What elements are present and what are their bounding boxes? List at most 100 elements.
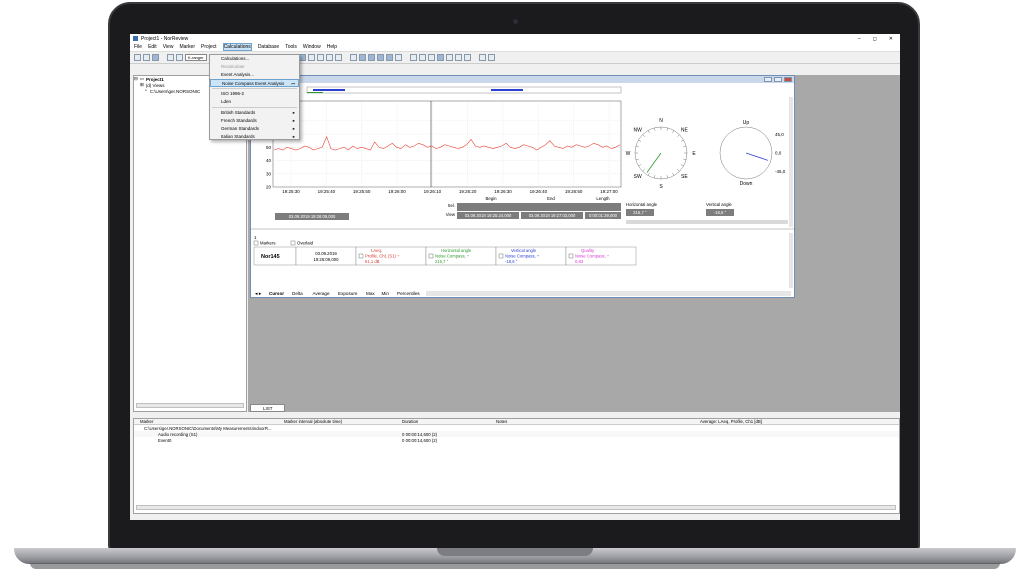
- zoom-in-icon[interactable]: [358, 54, 366, 61]
- menu-database[interactable]: Database: [258, 44, 279, 50]
- marker-set-icon[interactable]: [436, 54, 444, 61]
- legend-cell-title: LAeq,: [371, 248, 382, 253]
- column-header-marker[interactable]: Marker: [134, 419, 284, 424]
- new-icon[interactable]: [134, 54, 141, 61]
- dial-45-label: 45,0: [775, 132, 784, 137]
- save-icon[interactable]: [152, 54, 159, 61]
- column-header-notes[interactable]: Notes: [496, 419, 642, 424]
- app-window: Project1 - NorReview – ◻ ✕ File Edit Vie…: [130, 34, 900, 520]
- menu-separator: [212, 107, 297, 108]
- sel-label: Sel.: [448, 203, 455, 208]
- compass-label: NE: [681, 127, 689, 133]
- menu-item-calculations[interactable]: Calculations...: [210, 55, 299, 63]
- laptop-frame: Project1 - NorReview – ◻ ✕ File Edit Vie…: [0, 0, 1030, 579]
- measurement-window-titlebar: [251, 76, 794, 83]
- zoom-window-icon[interactable]: [394, 54, 402, 61]
- zoom-out-icon[interactable]: [367, 54, 375, 61]
- tab-cursor[interactable]: Cursor: [269, 291, 284, 296]
- tree-horizontal-scrollbar[interactable]: [136, 403, 244, 408]
- menu-item-iso-1996-2[interactable]: ISO 1996-2: [210, 90, 299, 98]
- legend-cell-title: Vertical angle: [511, 248, 537, 253]
- tab-exposure[interactable]: Exposure: [338, 291, 358, 296]
- menu-item-event-analysis[interactable]: Event Analysis...: [210, 71, 299, 79]
- zoom-fit-icon[interactable]: [376, 54, 384, 61]
- column-header-interval[interactable]: Marker interval (absolute time): [284, 419, 402, 424]
- menu-item-german-standards[interactable]: German Standards ▸: [210, 125, 299, 133]
- menu-item-italian-standards[interactable]: Italian Standards ▸: [210, 133, 299, 141]
- fill-icon[interactable]: [454, 54, 462, 61]
- webcam: [513, 19, 518, 24]
- markers-label: Markers: [260, 241, 276, 246]
- window-close-button[interactable]: [784, 77, 792, 82]
- menu-window[interactable]: Window: [303, 44, 321, 50]
- close-button[interactable]: ✕: [889, 36, 893, 42]
- minimize-button[interactable]: –: [858, 36, 861, 42]
- x-tick-label: 19:26:40: [530, 189, 548, 194]
- list-icon[interactable]: [334, 54, 342, 61]
- legend-cell-checkbox: [428, 253, 434, 259]
- cursor-left-icon[interactable]: [418, 54, 426, 61]
- tab-min[interactable]: Min: [382, 291, 390, 296]
- tab-percentiles[interactable]: Percentiles: [397, 291, 420, 296]
- legend-cell-source: Profile, Ch1 (S1) ÷: [365, 254, 400, 259]
- compass-icon[interactable]: [478, 54, 486, 61]
- grid-icon[interactable]: [349, 54, 357, 61]
- menu-item-french-standards[interactable]: French Standards ▸: [210, 117, 299, 125]
- tab-delta[interactable]: Delta: [292, 291, 303, 296]
- app-title: Project1 - NorReview: [141, 35, 189, 42]
- range-selector[interactable]: K-ranger: [185, 54, 207, 61]
- marker-icon[interactable]: [316, 54, 324, 61]
- window-minimize-button[interactable]: [764, 77, 772, 82]
- menu-item-recalculate[interactable]: Recalculate: [210, 63, 299, 71]
- menu-project[interactable]: Project: [201, 44, 217, 50]
- table-row[interactable]: Event0 0 00:00:14,600 (2): [134, 437, 899, 443]
- zoom-all-icon[interactable]: [385, 54, 393, 61]
- x-tick-label: 19:26:50: [565, 189, 583, 194]
- menu-item-lden[interactable]: Lden: [210, 98, 299, 106]
- view-end: 03.09.2019 19:27:03,000: [529, 213, 576, 218]
- text-icon[interactable]: [445, 54, 453, 61]
- time-profile-chart[interactable]: 20304050607019:25:3019:25:4019:25:5019:2…: [251, 83, 796, 299]
- copy-icon[interactable]: [167, 54, 174, 61]
- play-icon[interactable]: [325, 54, 333, 61]
- tab-max[interactable]: Max: [366, 291, 375, 296]
- tab-list[interactable]: LIST: [250, 404, 285, 412]
- window-restore-button[interactable]: [774, 77, 782, 82]
- tab-average[interactable]: Average: [313, 291, 330, 296]
- menu-calculations[interactable]: Calculations: [222, 43, 252, 51]
- x-tick-label: 19:25:40: [318, 189, 336, 194]
- expand-icon[interactable]: ⊟: [134, 76, 138, 82]
- cursor-time: 03.09.2019 19:26:09,000: [289, 214, 336, 219]
- menu-item-noise-compass-event-analysis[interactable]: Noise Compass Event Analysis ⮣: [210, 79, 299, 87]
- compass-label: N: [659, 118, 663, 124]
- menu-item-british-standards[interactable]: British Standards ▸: [210, 109, 299, 117]
- menu-file[interactable]: File: [134, 44, 142, 50]
- end-label: End: [547, 196, 555, 201]
- mdi-workspace: 20304050607019:25:3019:25:4019:25:5019:2…: [248, 75, 900, 412]
- menu-view[interactable]: View: [163, 44, 174, 50]
- cursor-right-icon[interactable]: [427, 54, 435, 61]
- length-label: Length: [596, 196, 610, 201]
- menu-help[interactable]: Help: [327, 44, 337, 50]
- plot-frame: [272, 100, 622, 188]
- compass-label: SE: [681, 174, 688, 180]
- mouse-cursor-icon: ⮣: [291, 81, 295, 86]
- cursor-icon[interactable]: [409, 54, 417, 61]
- maximize-button[interactable]: ◻: [873, 36, 877, 42]
- submenu-arrow-icon: ▸: [292, 110, 295, 115]
- column-header-duration[interactable]: Duration: [402, 419, 496, 424]
- legend-cell-source: Noise Compass, ÷: [435, 254, 470, 259]
- table-icon[interactable]: [307, 54, 315, 61]
- legend-cell-checkbox: [358, 253, 364, 259]
- settings-icon[interactable]: [487, 54, 495, 61]
- export-icon[interactable]: [463, 54, 471, 61]
- open-icon[interactable]: [143, 54, 150, 61]
- table-horizontal-scrollbar[interactable]: [136, 505, 896, 510]
- paste-icon[interactable]: [176, 54, 183, 61]
- column-header-average[interactable]: Average: LAeq, Profile, Ch1 [dB]: [642, 419, 762, 424]
- menu-edit[interactable]: Edit: [148, 44, 157, 50]
- menu-tools[interactable]: Tools: [285, 44, 297, 50]
- x-tick-label: 19:25:50: [353, 189, 371, 194]
- menu-marker[interactable]: Marker: [179, 44, 195, 50]
- calculations-menu: Calculations... Recalculate Event Analys…: [209, 54, 300, 140]
